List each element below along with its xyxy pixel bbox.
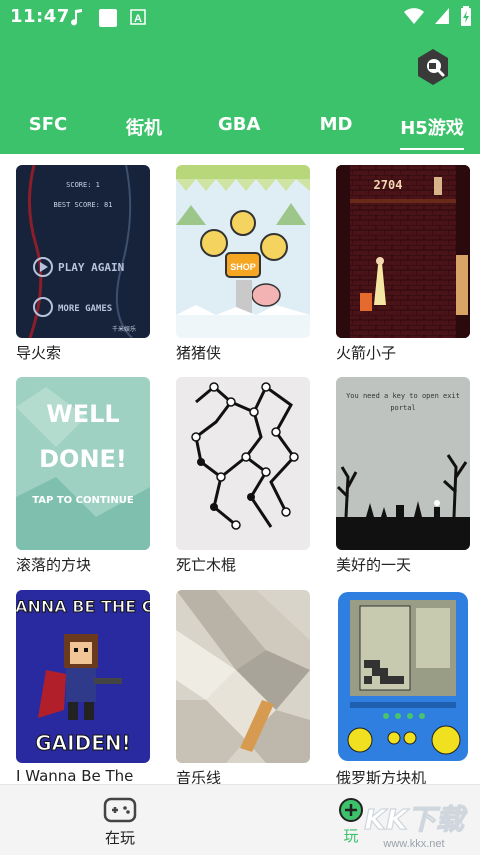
game-card[interactable]: SHOP 猪猪侠 <box>176 165 310 363</box>
game-thumbnail: WELL DONE! TAP TO CONTINUE <box>16 377 150 550</box>
game-title: 猪猪侠 <box>176 344 222 362</box>
tab-arcade[interactable]: 街机 <box>124 114 164 140</box>
game-card[interactable]: WANNA BE THE GU GAIDEN! I Wanna Be The <box>16 590 150 784</box>
svg-text:DONE!: DONE! <box>39 445 127 473</box>
battery-icon <box>461 6 471 26</box>
game-thumbnail: SCORE: 1 BEST SCORE: 81 PLAY AGAIN MORE … <box>16 165 150 338</box>
signal-icon <box>435 8 449 24</box>
svg-text:WELL: WELL <box>46 400 119 428</box>
wifi-icon <box>404 8 424 24</box>
nav-playing-label: 在玩 <box>104 829 135 847</box>
game-thumbnail <box>176 590 310 763</box>
bottom-navigation: 在玩 玩 KK下载 www.kkx.net <box>0 784 480 855</box>
svg-text:PLAY AGAIN: PLAY AGAIN <box>58 261 124 274</box>
svg-text:SHOP: SHOP <box>230 262 256 272</box>
game-card[interactable]: You need a key to open exit portal 美好的一天 <box>336 377 470 575</box>
game-card[interactable]: 音乐线 <box>176 590 310 784</box>
game-card[interactable]: WELL DONE! TAP TO CONTINUE 滚落的方块 <box>16 377 150 575</box>
svg-text:千米娱乐: 千米娱乐 <box>112 325 136 333</box>
tab-md[interactable]: MD <box>318 114 354 135</box>
game-grid: SCORE: 1 BEST SCORE: 81 PLAY AGAIN MORE … <box>0 154 480 784</box>
svg-text:www.kkx.net: www.kkx.net <box>382 838 444 850</box>
tab-gba[interactable]: GBA <box>218 114 260 135</box>
svg-text:2704: 2704 <box>374 178 403 192</box>
game-title: I Wanna Be The <box>16 767 134 784</box>
svg-text:KK下载: KK下载 <box>364 803 467 836</box>
svg-text:TAP TO CONTINUE: TAP TO CONTINUE <box>32 495 134 506</box>
app-header: 11:47 A SFC 街机 GBA MD H5游戏 <box>0 0 480 154</box>
game-title: 滚落的方块 <box>16 556 92 574</box>
game-title: 火箭小子 <box>336 344 397 362</box>
square-icon <box>99 9 117 27</box>
game-thumbnail: WANNA BE THE GU GAIDEN! <box>16 590 150 763</box>
tab-sfc[interactable]: SFC <box>28 114 68 135</box>
gamepad-icon <box>103 797 137 823</box>
svg-text:You need a key to open exit: You need a key to open exit <box>346 392 460 400</box>
game-thumbnail: You need a key to open exit portal <box>336 377 470 550</box>
game-card[interactable]: 俄罗斯方块机 <box>336 590 470 784</box>
svg-text:portal: portal <box>390 404 415 412</box>
game-card[interactable]: 死亡木棍 <box>176 377 310 575</box>
game-thumbnail <box>176 377 310 550</box>
kk-watermark-logo: KK下载 www.kkx.net <box>364 802 469 850</box>
svg-text:SCORE: 1: SCORE: 1 <box>66 181 100 189</box>
game-title: 导火索 <box>16 344 62 362</box>
status-time: 11:47 <box>10 6 70 27</box>
svg-text:MORE GAMES: MORE GAMES <box>58 304 112 314</box>
game-title: 美好的一天 <box>336 556 412 574</box>
game-title: 音乐线 <box>176 769 222 784</box>
category-tabs: SFC 街机 GBA MD H5游戏 <box>0 106 480 154</box>
a-badge-icon: A <box>130 9 146 25</box>
game-title: 死亡木棍 <box>176 556 237 574</box>
status-right <box>404 6 472 26</box>
game-card[interactable]: 2704 火箭小子 <box>336 165 470 363</box>
game-title: 俄罗斯方块机 <box>336 769 427 784</box>
svg-text:GAIDEN!: GAIDEN! <box>35 731 130 755</box>
tab-h5-games[interactable]: H5游戏 <box>400 114 464 150</box>
game-thumbnail: SHOP <box>176 165 310 338</box>
hexagon-search-icon[interactable] <box>414 48 452 86</box>
svg-text:BEST SCORE: 81: BEST SCORE: 81 <box>53 201 112 209</box>
game-card[interactable]: SCORE: 1 BEST SCORE: 81 PLAY AGAIN MORE … <box>16 165 150 363</box>
nav-playing[interactable]: 在玩 <box>100 795 140 848</box>
music-note-icon <box>71 9 82 26</box>
game-thumbnail <box>336 590 470 763</box>
svg-text:A: A <box>134 13 142 25</box>
game-thumbnail: 2704 <box>336 165 470 338</box>
svg-text:WANNA BE THE GU: WANNA BE THE GU <box>16 597 150 616</box>
status-bar: 11:47 A <box>0 0 480 34</box>
